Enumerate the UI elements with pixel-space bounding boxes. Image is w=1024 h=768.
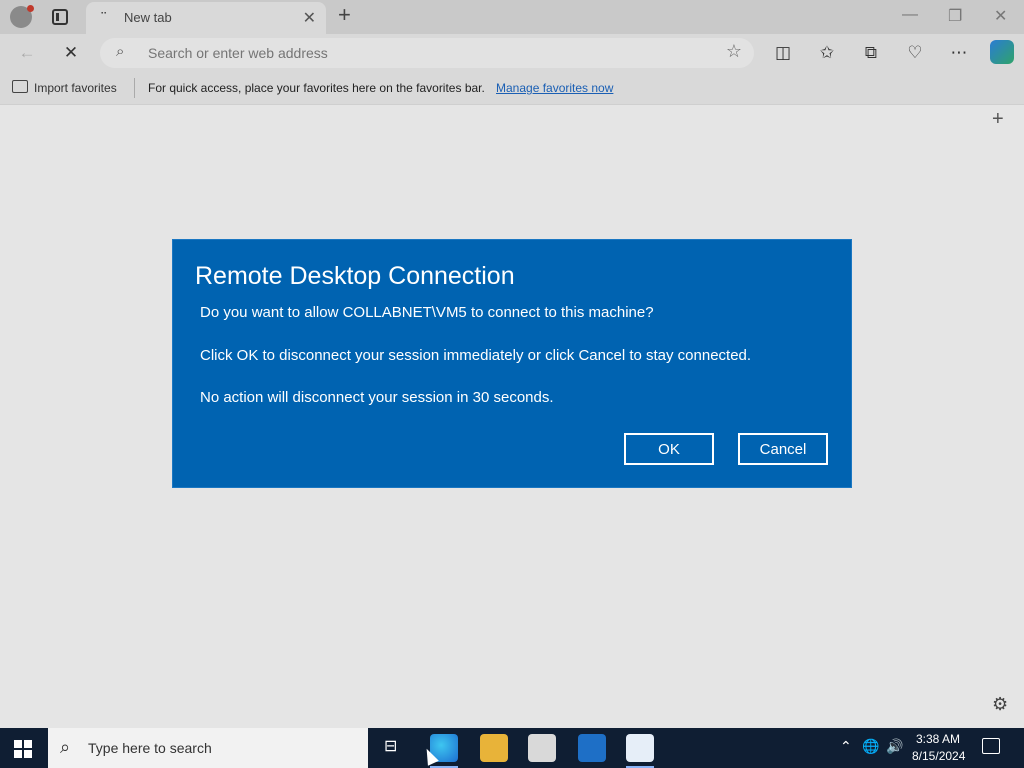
- favorites-bar: Import favorites For quick access, place…: [0, 72, 1024, 104]
- loading-icon: ⠒: [100, 9, 108, 20]
- remote-desktop-dialog: Remote Desktop Connection Do you want to…: [172, 239, 852, 488]
- taskbar-search-box[interactable]: ⌕ Type here to search: [48, 728, 368, 768]
- taskbar-search-placeholder: Type here to search: [88, 740, 212, 756]
- notification-dot-icon: [27, 5, 34, 12]
- settings-gear-icon[interactable]: ⚙: [992, 694, 1008, 715]
- tab-strip: ⠒ New tab ✕ + — ❐ ✕: [0, 0, 1024, 34]
- minimize-icon[interactable]: —: [902, 6, 918, 24]
- volume-icon[interactable]: 🔊: [886, 738, 903, 755]
- mail-icon[interactable]: [578, 734, 606, 762]
- favorite-star-icon[interactable]: ☆: [726, 41, 742, 62]
- favorites-bar-message: For quick access, place your favorites h…: [148, 81, 485, 95]
- restore-icon[interactable]: ❐: [948, 6, 962, 26]
- close-window-icon[interactable]: ✕: [994, 6, 1007, 26]
- tab-new-tab[interactable]: ⠒ New tab ✕: [86, 2, 326, 34]
- cancel-button[interactable]: Cancel: [738, 433, 828, 465]
- import-favorites-button[interactable]: Import favorites: [34, 81, 117, 95]
- sidebar-add-icon[interactable]: +: [992, 108, 1004, 131]
- dialog-title: Remote Desktop Connection: [195, 262, 515, 290]
- split-screen-icon[interactable]: ◫: [770, 40, 796, 66]
- browser-essentials-icon[interactable]: ♡: [902, 40, 928, 66]
- browser-toolbar: ← ✕ ⌕ ☆ ◫ ✩ ⧉ ♡ ⋯: [0, 34, 1024, 72]
- manage-favorites-link[interactable]: Manage favorites now: [496, 81, 613, 95]
- file-explorer-icon[interactable]: [480, 734, 508, 762]
- tab-title: New tab: [124, 10, 172, 25]
- import-icon: [12, 80, 28, 93]
- remote-desktop-icon[interactable]: [626, 734, 654, 768]
- divider: [134, 78, 135, 98]
- profile-avatar-icon[interactable]: [10, 5, 34, 28]
- collections-icon[interactable]: ⧉: [858, 40, 884, 66]
- windows-start-icon[interactable]: [14, 740, 32, 758]
- clock-time: 3:38 AM: [915, 732, 961, 746]
- clock-date: 8/15/2024: [912, 749, 966, 763]
- address-bar[interactable]: ⌕ ☆: [100, 38, 754, 68]
- copilot-icon[interactable]: [990, 40, 1014, 64]
- more-options-icon[interactable]: ⋯: [946, 40, 972, 66]
- network-icon[interactable]: 🌐: [862, 738, 879, 755]
- workspaces-icon[interactable]: [52, 9, 68, 25]
- taskbar: ⌕ Type here to search ⊟ ⌃ 🌐 🔊 3:38 AM 8/…: [0, 728, 1024, 768]
- back-icon[interactable]: ←: [14, 40, 40, 66]
- notifications-icon[interactable]: [982, 738, 1000, 754]
- favorites-icon[interactable]: ✩: [814, 40, 840, 66]
- search-icon: ⌕: [60, 737, 71, 757]
- show-hidden-icons-chevron-icon[interactable]: ⌃: [840, 738, 852, 755]
- stop-loading-icon[interactable]: ✕: [58, 40, 84, 66]
- ok-button[interactable]: OK: [624, 433, 714, 465]
- microsoft-store-icon[interactable]: [528, 734, 556, 762]
- new-tab-icon[interactable]: +: [338, 2, 351, 28]
- close-tab-icon[interactable]: ✕: [303, 8, 316, 28]
- dialog-timeout-note: No action will disconnect your session i…: [200, 389, 554, 406]
- dialog-instruction: Click OK to disconnect your session imme…: [200, 347, 752, 364]
- dialog-question: Do you want to allow COLLABNET\VM5 to co…: [200, 304, 654, 321]
- system-clock[interactable]: 3:38 AM 8/15/2024: [912, 731, 966, 765]
- task-view-icon[interactable]: ⊟: [384, 736, 397, 756]
- search-icon: ⌕: [116, 43, 125, 60]
- address-input[interactable]: [148, 43, 708, 63]
